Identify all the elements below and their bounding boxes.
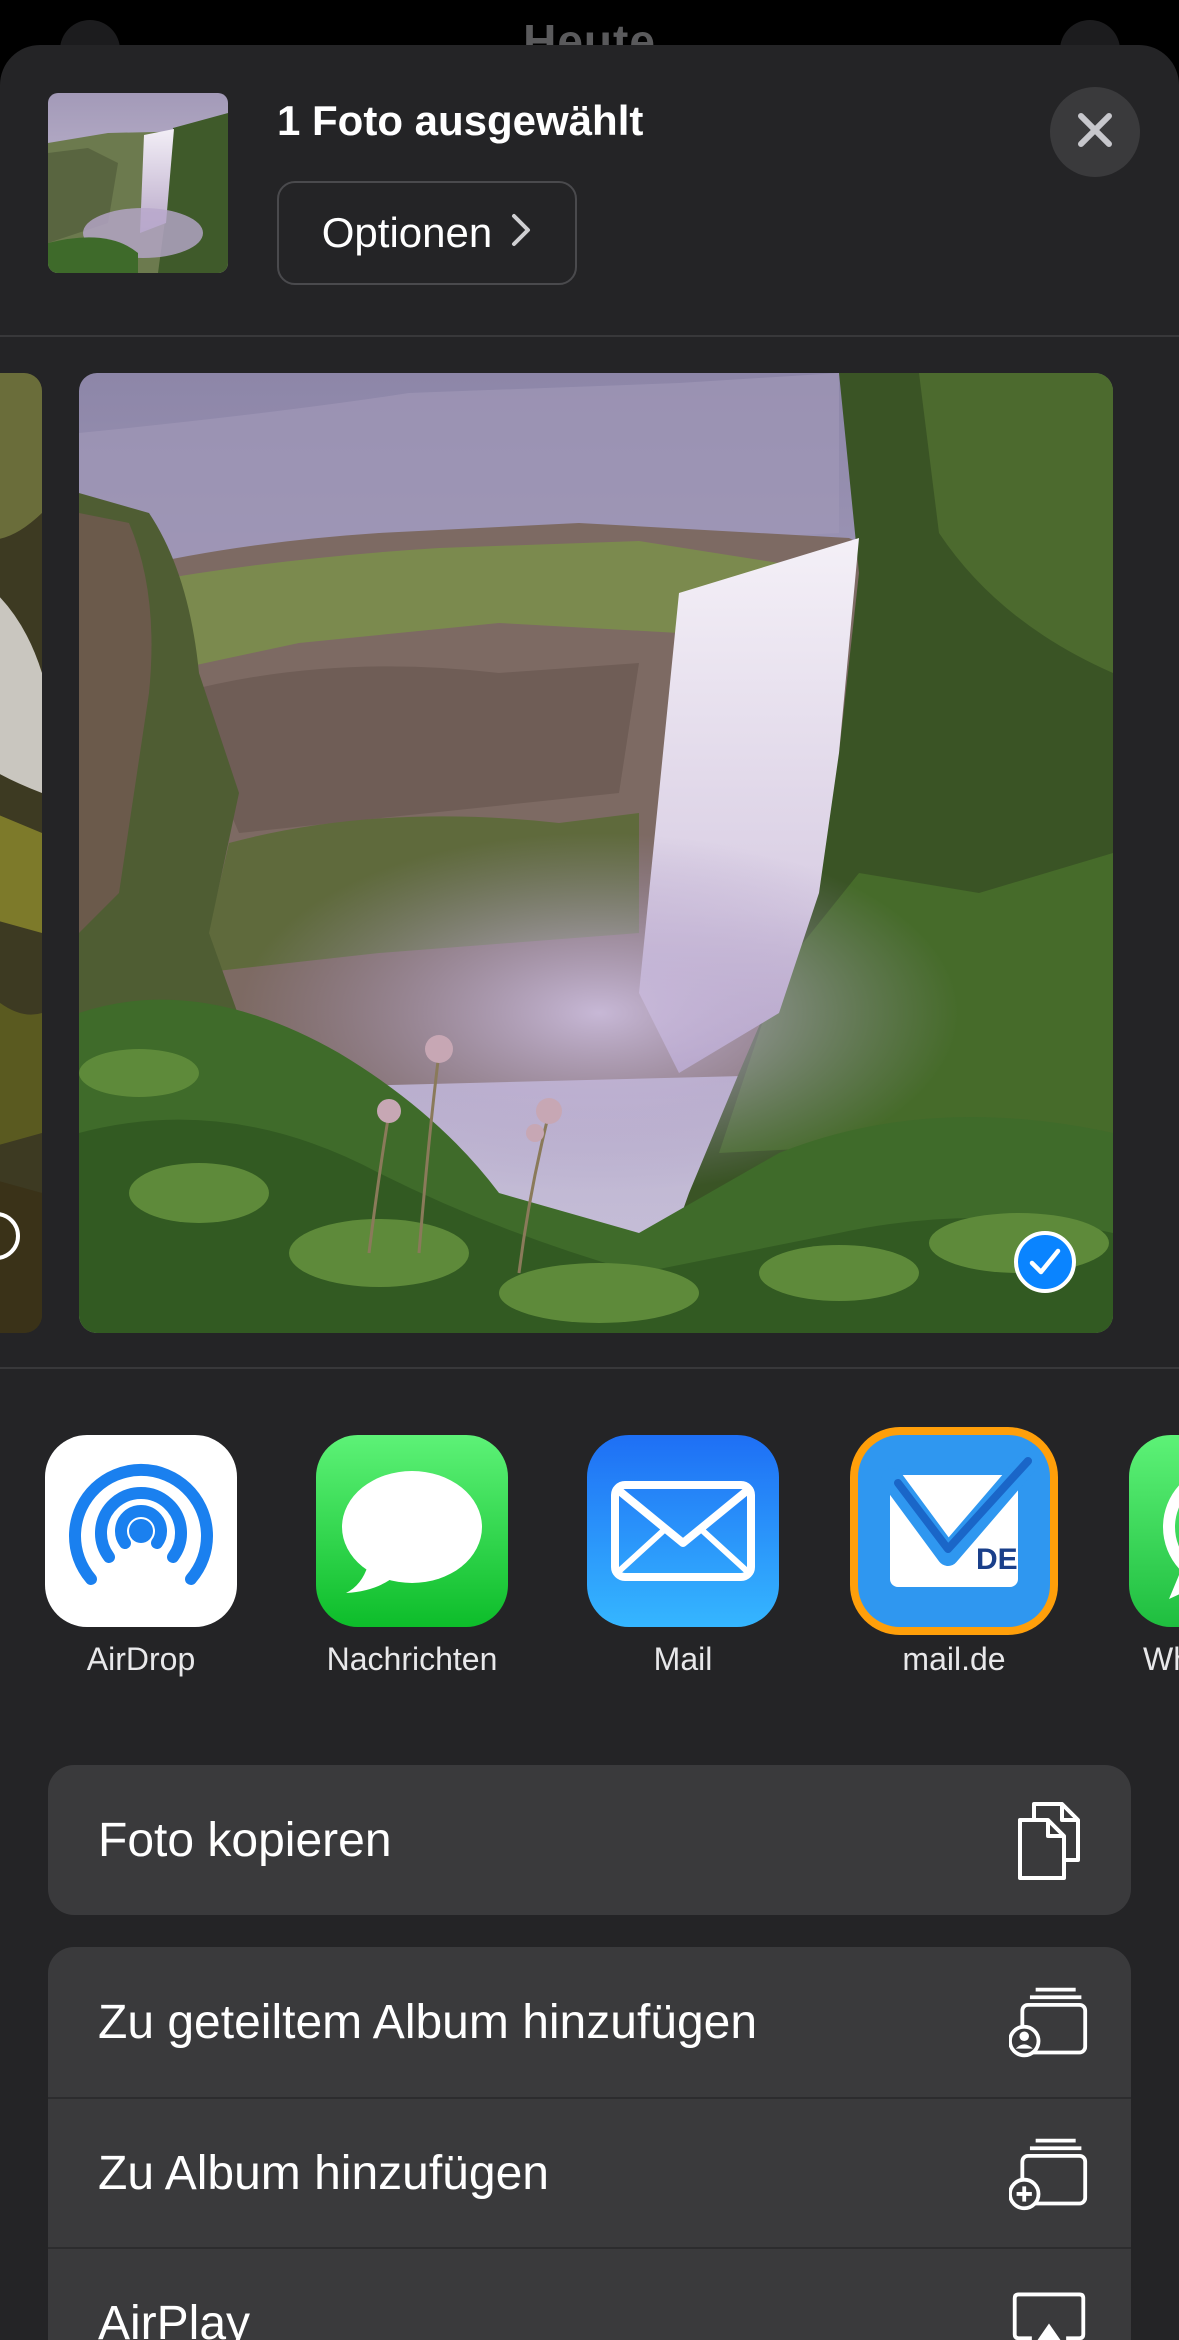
app-airdrop[interactable]: AirDrop: [45, 1435, 237, 1678]
airdrop-icon: [45, 1435, 237, 1627]
action-group-copy: Foto kopieren: [48, 1765, 1131, 1915]
close-button[interactable]: [1050, 87, 1140, 177]
options-button[interactable]: Optionen: [277, 181, 577, 285]
previous-photo[interactable]: [0, 373, 42, 1333]
action-label: AirPlay: [98, 2296, 251, 2340]
action-label: Zu geteiltem Album hinzufügen: [98, 1995, 758, 2049]
selected-check-icon: [1014, 1231, 1076, 1293]
share-sheet: 1 Foto ausgewählt Optionen AirDrop Nachr…: [0, 45, 1179, 2340]
app-mailde[interactable]: DE mail.de: [858, 1435, 1050, 1678]
app-label: AirDrop: [86, 1641, 196, 1677]
shared-album-icon: [1009, 1982, 1089, 2062]
whatsapp-icon: [1129, 1435, 1179, 1627]
app-mail[interactable]: Mail: [587, 1435, 779, 1678]
action-airplay[interactable]: AirPlay: [48, 2247, 1131, 2340]
app-messages[interactable]: Nachrichten: [316, 1435, 508, 1678]
app-label: Mail: [653, 1641, 713, 1677]
action-copy-photo[interactable]: Foto kopieren: [48, 1765, 1131, 1915]
app-whatsapp[interactable]: Wh: [1129, 1435, 1179, 1678]
app-label: mail.de: [902, 1641, 1006, 1677]
selection-title: 1 Foto ausgewählt: [277, 97, 644, 144]
action-label: Foto kopieren: [98, 1813, 392, 1867]
action-add-album[interactable]: Zu Album hinzufügen: [48, 2097, 1131, 2247]
app-label: Wh: [1143, 1641, 1179, 1677]
action-group-album: Zu geteiltem Album hinzufügen Zu Album h…: [48, 1947, 1131, 2340]
mailde-badge-text: DE: [976, 1543, 1018, 1576]
copy-icon: [1009, 1800, 1089, 1880]
action-add-shared-album[interactable]: Zu geteiltem Album hinzufügen: [48, 1947, 1131, 2097]
messages-icon: [316, 1435, 508, 1627]
options-label: Optionen: [321, 209, 493, 256]
selected-photo-thumbnail: [48, 93, 228, 273]
carousel-divider: [0, 1367, 1179, 1369]
mail-icon: [587, 1435, 779, 1627]
action-label: Zu Album hinzufügen: [98, 2146, 549, 2200]
add-album-icon: [1009, 2133, 1089, 2213]
header-divider: [0, 335, 1179, 337]
close-icon: [1076, 111, 1114, 154]
chevron-right-icon: [510, 209, 532, 257]
mailde-icon: DE: [858, 1435, 1050, 1627]
airplay-icon: [1009, 2283, 1089, 2340]
selected-photo[interactable]: [79, 373, 1113, 1333]
app-label: Nachrichten: [326, 1641, 498, 1677]
